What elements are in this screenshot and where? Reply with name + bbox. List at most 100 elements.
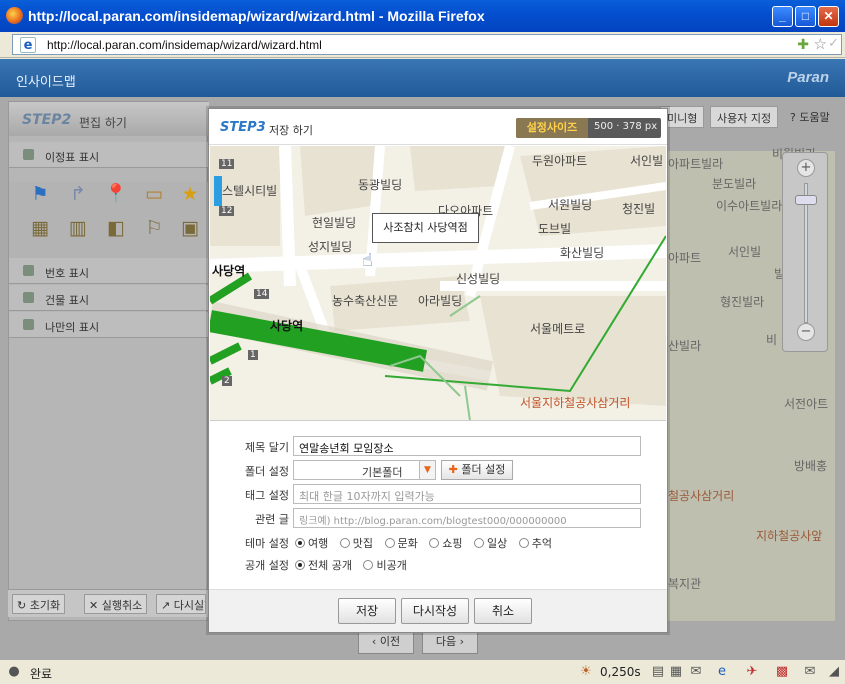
public-radio[interactable]: 전체 공개 [295,557,352,573]
bookmark-star-icon[interactable]: ☆ [814,35,827,53]
status-text: 완료 [30,667,53,681]
book-icon[interactable]: ▥ [65,216,91,240]
redo-button[interactable]: ↗ 다시실행 [156,594,206,614]
map-preview[interactable]: 스텔시티빌 동광빌딩 두원아파트 서인빌 현일빌딩 다오아파트 서원빌딩 청진빌… [210,146,666,421]
sign-icon[interactable]: ▭ [141,182,167,206]
block-icon[interactable]: ▩ [774,664,790,680]
public-option-label: 전체 공개 [308,559,352,572]
page-icon: e [20,37,36,53]
tag-label: 태그 설정 [245,489,289,502]
theme-radio[interactable]: 맛집 [339,535,373,551]
theme-radio[interactable]: 추억 [518,535,552,551]
rewrite-button[interactable]: 다시작성 [401,598,469,624]
signpost-icon[interactable]: ⚐ [141,216,167,240]
maximize-button[interactable]: □ [795,6,816,27]
grid-icon[interactable]: ▦ [668,664,684,680]
folder-label: 폴더 설정 [245,465,289,478]
size-label: 설정사이즈 [516,118,588,138]
link-input[interactable]: 링크예) http://blog.paran.com/blogtest000/0… [293,508,641,528]
theme-option-label: 문화 [397,537,418,550]
next-button[interactable]: 다음 › [422,630,478,654]
url-field[interactable]: e http://local.paran.com/insidemap/wizar… [12,34,842,55]
theme-option-label: 여행 [308,537,329,550]
exit-number: 14 [254,289,270,299]
place-tooltip: 사조참치 사당역점 [372,213,479,243]
tag-input[interactable]: 최대 한글 10자까지 입력가능 [293,484,641,504]
close-button[interactable]: ✕ [818,6,839,27]
exit-number: 11 [219,159,235,169]
public-radio-group: 전체 공개 비공개 [295,557,415,573]
folder-selected: 기본폴더 [362,466,403,479]
theme-radio[interactable]: 일상 [474,535,507,551]
mail-icon[interactable]: ✉ [688,664,704,680]
message-icon[interactable]: ✉ [802,664,818,680]
resize-grip-icon[interactable]: ◢ [826,664,842,680]
zoom-in-button[interactable]: + [797,159,815,177]
map-label: 아라빌딩 [418,294,463,308]
load-time: 0,250s [600,665,641,679]
addon-icon[interactable]: ☀ [578,664,594,680]
star-icon[interactable]: ★ [177,182,203,206]
exit-number: 1 [248,350,258,360]
save-button[interactable]: 저장 [338,598,396,624]
bag-icon[interactable]: ▦ [27,216,53,240]
section-building[interactable]: 건물 표시 [9,285,209,311]
cancel-button[interactable]: 취소 [474,598,532,624]
map-label: 사당역 [270,319,304,333]
tag-row: 태그 설정 최대 한글 10자까지 입력가능 [209,483,667,505]
section-milestone[interactable]: 이정표 표시 [9,142,209,168]
brand-logo: Paran [787,69,829,86]
theme-row: 테마 설정 여행 맛집 문화 쇼핑 일상 추억 [209,531,667,553]
ie-icon[interactable]: e [714,664,730,680]
theme-radio[interactable]: 여행 [295,535,328,551]
number-icon [23,265,34,276]
flag-icon[interactable]: ⚑ [27,182,53,206]
map-label: 성지빌딩 [308,240,353,254]
reset-button[interactable]: ↻ 초기화 [12,594,66,614]
map-label: 두원아파트 [532,154,588,168]
url-text: http://local.paran.com/insidemap/wizard/… [47,38,322,52]
theme-radio[interactable]: 쇼핑 [429,535,463,551]
public-radio[interactable]: 비공개 [363,557,407,573]
left-panel: STEP2 편집 하기 이정표 표시 ⚑ ↱ 📍 ▭ ★ ▦ ▥ ◧ ⚐ ▣ 번… [8,101,209,621]
folder-row: 폴더 설정 기본폴더 ▼ ✚ 폴더 설정 [209,459,667,481]
dialog-footer: 저장 다시작성 취소 [209,589,667,632]
theme-option-label: 맛집 [352,537,373,550]
section-building-label: 건물 표시 [45,294,89,307]
theme-option-label: 추억 [531,537,552,550]
reset-label: 초기화 [29,599,61,612]
help-button[interactable]: ? 도움말 [784,106,836,128]
theme-radio[interactable]: 문화 [384,535,418,551]
flag-status-icon[interactable]: ✈ [744,664,760,680]
step3-label: STEP3 [220,120,266,135]
bg-map-label: 복지관 [668,577,702,591]
map-label: 동광빌딩 [358,178,403,192]
bg-map-label: 분도빌라 [712,177,757,191]
zoom-out-button[interactable]: − [797,323,815,341]
prev-button[interactable]: ‹ 이전 [358,630,414,654]
map-label: 서울지하철공사삼거리 [520,396,631,410]
minimize-button[interactable]: _ [772,6,793,27]
public-option-label: 비공개 [376,559,407,572]
title-input[interactable]: 연말송년회 모임장소 [293,436,641,456]
dropdown-arrow-icon[interactable]: ▼ [419,461,435,479]
pin-icon[interactable]: 📍 [103,182,129,206]
section-mine[interactable]: 나만의 표시 [9,312,209,338]
shopping-icon[interactable]: ◧ [103,216,129,240]
turn-arrow-icon[interactable]: ↱ [65,182,91,206]
undo-button[interactable]: ✕ 실행취소 [84,594,148,614]
camera-icon[interactable]: ▣ [177,216,203,240]
custom-size-button[interactable]: 사용자 지정 [710,106,779,128]
step2-title: 편집 하기 [79,116,127,130]
puzzle-icon[interactable]: ✚ [797,37,809,53]
bg-map-label: 아파트빌라 [668,157,724,171]
section-number-label: 번호 표시 [45,267,89,280]
window-icon[interactable]: ▤ [650,664,666,680]
bg-map-label: 방배홍 [794,459,828,473]
zoom-slider-handle[interactable] [795,195,817,205]
bg-map-label: 아파트 [668,251,702,265]
folder-select[interactable]: 기본폴더 ▼ [293,460,436,480]
exit-number: 2 [222,376,232,386]
folder-settings-button[interactable]: ✚ 폴더 설정 [441,460,513,480]
section-number[interactable]: 번호 표시 [9,258,209,284]
